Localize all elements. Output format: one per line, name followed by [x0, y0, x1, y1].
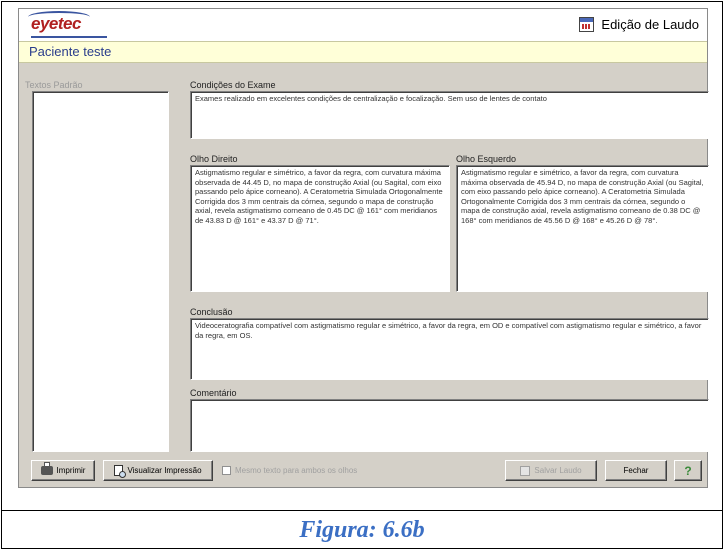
- calendar-icon: [579, 17, 595, 32]
- figure-caption-text: Figura: 6.6b: [299, 517, 425, 543]
- eyetec-logo: eyetec: [28, 11, 107, 38]
- print-preview-button[interactable]: Visualizar Impressão: [103, 460, 213, 481]
- help-button[interactable]: ?: [674, 460, 702, 481]
- printer-icon: [40, 462, 53, 475]
- same-text-label: Mesmo texto para ambos os olhos: [235, 466, 358, 475]
- patient-bar: Paciente teste: [19, 41, 707, 63]
- help-icon: ?: [684, 463, 692, 478]
- preview-icon: [114, 465, 127, 478]
- close-button-label: Fechar: [623, 466, 649, 475]
- exam-conditions-label: Condições do Exame: [190, 80, 276, 90]
- left-eye-field[interactable]: Astigmatismo regular e simétrico, a favo…: [456, 165, 709, 292]
- left-eye-label: Olho Esquerdo: [456, 154, 517, 164]
- window-title: Edição de Laudo: [601, 17, 699, 32]
- logo-underline: [31, 36, 107, 38]
- close-button[interactable]: Fechar: [605, 460, 667, 481]
- save-icon: [520, 465, 531, 476]
- title-bar: eyetec Edição de Laudo: [19, 9, 707, 41]
- conclusion-label: Conclusão: [190, 307, 233, 317]
- print-button-label: Imprimir: [56, 466, 86, 475]
- comments-label: Comentário: [190, 388, 237, 398]
- right-eye-field[interactable]: Astigmatismo regular e simétrico, a favo…: [190, 165, 450, 292]
- save-report-label: Salvar Laudo: [534, 466, 582, 475]
- window-title-area: Edição de Laudo: [579, 17, 699, 32]
- right-eye-label: Olho Direito: [190, 154, 238, 164]
- save-report-button[interactable]: Salvar Laudo: [505, 460, 597, 481]
- same-text-option[interactable]: Mesmo texto para ambos os olhos: [222, 466, 357, 475]
- print-preview-label: Visualizar Impressão: [127, 466, 202, 475]
- patient-name: Paciente teste: [29, 44, 112, 59]
- print-button[interactable]: Imprimir: [31, 460, 95, 481]
- same-text-checkbox[interactable]: [222, 466, 231, 475]
- logo-swoosh: [28, 11, 90, 23]
- bottom-toolbar: Imprimir Visualizar Impressão Mesmo text…: [19, 454, 707, 487]
- conclusion-field[interactable]: Videoceratografia compatível com astigma…: [190, 318, 709, 380]
- figure-caption: Figura: 6.6b: [1, 510, 723, 549]
- exam-conditions-field[interactable]: Exames realizado em excelentes condições…: [190, 91, 709, 139]
- standard-texts-list[interactable]: [32, 91, 169, 452]
- standard-texts-label: Textos Padrão: [25, 80, 83, 90]
- report-edit-window: eyetec Edição de Laudo Paciente teste Te…: [18, 8, 709, 488]
- comments-field[interactable]: [190, 399, 709, 452]
